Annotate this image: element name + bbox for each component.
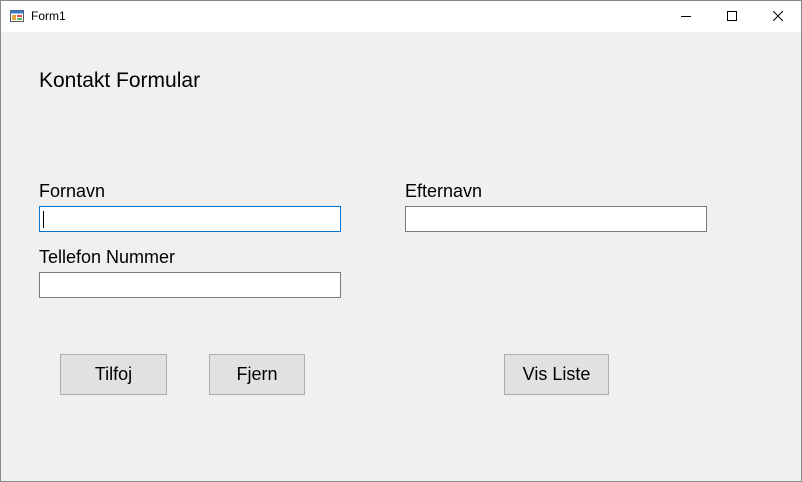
maximize-button[interactable] — [709, 1, 755, 32]
show-list-button[interactable]: Vis Liste — [504, 354, 609, 395]
minimize-icon — [681, 8, 691, 26]
title-bar[interactable]: Form1 — [1, 1, 801, 32]
phone-label: Tellefon Nummer — [39, 247, 176, 267]
form-heading: Kontakt Formular — [39, 69, 201, 92]
window-title: Form1 — [31, 9, 66, 23]
maximize-icon — [727, 8, 737, 26]
phone-input[interactable] — [39, 272, 341, 298]
first-name-input[interactable] — [39, 206, 341, 232]
close-button[interactable] — [755, 1, 801, 32]
remove-button[interactable]: Fjern — [209, 354, 305, 395]
minimize-button[interactable] — [663, 1, 709, 32]
form-client-area: Kontakt Formular Fornavn Efternavn Telle… — [1, 32, 801, 481]
winforms-app-icon — [10, 9, 24, 23]
add-button[interactable]: Tilfoj — [60, 354, 167, 395]
last-name-label: Efternavn — [405, 181, 483, 201]
first-name-label: Fornavn — [39, 181, 106, 201]
close-icon — [772, 8, 784, 26]
text-caret — [43, 211, 44, 228]
last-name-input[interactable] — [405, 206, 707, 232]
app-window: Form1 Kontakt Formular Fornavn Efternavn… — [0, 0, 802, 482]
